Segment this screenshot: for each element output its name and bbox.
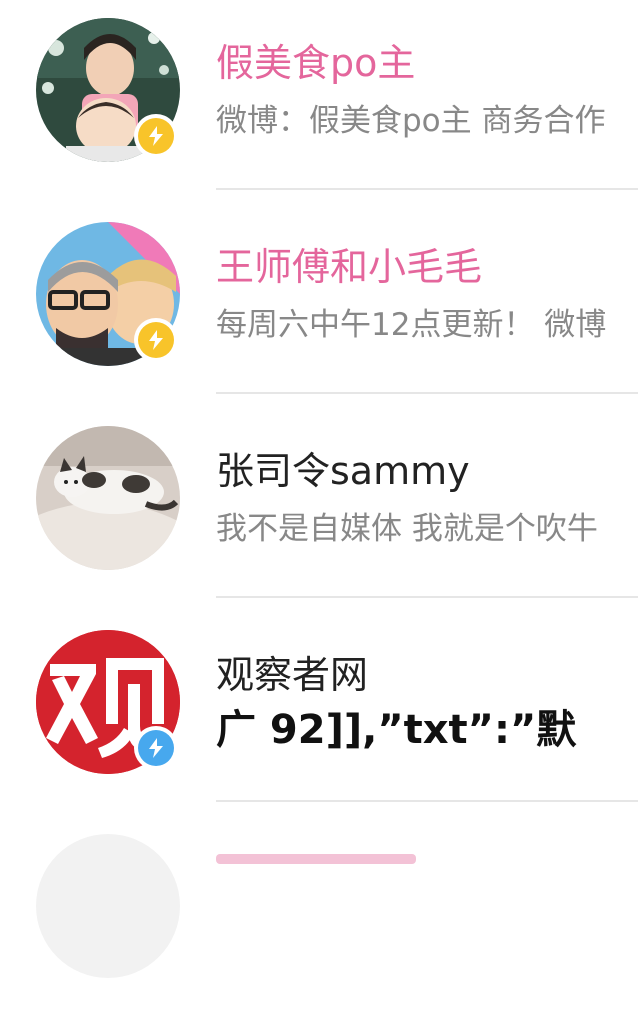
divider <box>216 596 638 598</box>
account-description: 微博：假美食po主 商务合作 <box>216 103 606 139</box>
account-description: 广 92]],”txt”:”默 <box>216 707 577 753</box>
badge-fill <box>138 322 174 358</box>
avatar[interactable] <box>36 426 180 570</box>
verified-badge <box>134 726 178 770</box>
account-row-guanchazhe[interactable]: 观察者网 广 92]],”txt”:”默 <box>0 612 638 816</box>
lightning-icon <box>149 126 163 146</box>
account-name-partial <box>216 854 416 864</box>
account-name[interactable]: 王师傅和小毛毛 <box>216 244 482 290</box>
avatar[interactable] <box>36 834 180 978</box>
lightning-icon <box>149 330 163 350</box>
badge-fill <box>138 118 174 154</box>
account-list: 假美食po主 微博：假美食po主 商务合作 王师傅和小毛毛 每周六中午12点更新… <box>0 0 638 978</box>
account-description: 我不是自媒体 我就是个吹牛 <box>216 511 598 547</box>
account-name[interactable]: 假美食po主 <box>216 40 415 86</box>
verified-badge <box>134 318 178 362</box>
lightning-icon <box>149 738 163 758</box>
divider <box>216 392 638 394</box>
avatar-photo-cat <box>36 426 180 570</box>
account-row-wangshifu[interactable]: 王师傅和小毛毛 每周六中午12点更新！ 微博 <box>0 204 638 408</box>
account-row-partial[interactable] <box>0 816 638 1020</box>
account-name[interactable]: 观察者网 <box>216 652 368 698</box>
badge-fill <box>138 730 174 766</box>
account-row-jiameishi[interactable]: 假美食po主 微博：假美食po主 商务合作 <box>0 0 638 204</box>
account-name[interactable]: 张司令sammy <box>216 448 470 494</box>
divider <box>216 800 638 802</box>
account-row-zhangsiling[interactable]: 张司令sammy 我不是自媒体 我就是个吹牛 <box>0 408 638 612</box>
divider <box>216 188 638 190</box>
verified-badge <box>134 114 178 158</box>
account-description: 每周六中午12点更新！ 微博 <box>216 307 607 343</box>
